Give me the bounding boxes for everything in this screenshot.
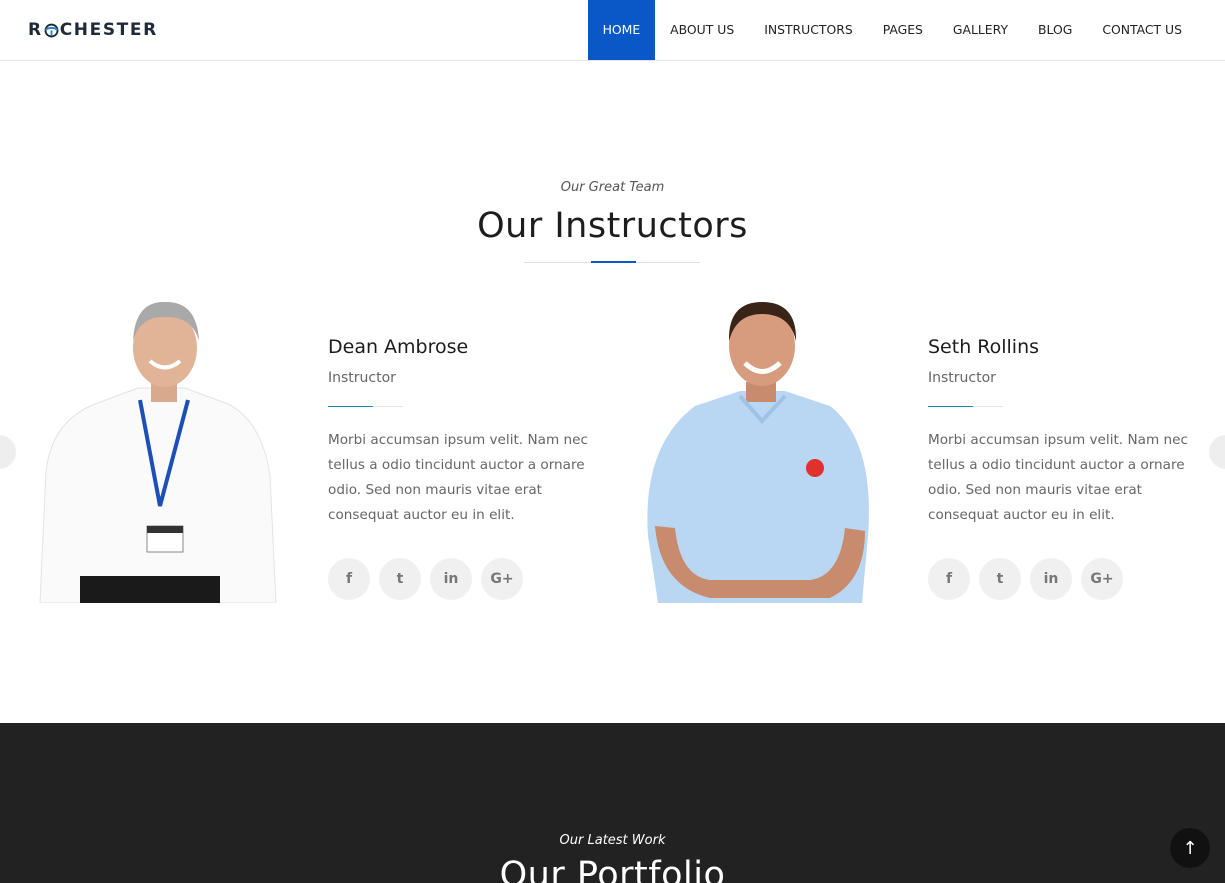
instructor-photo [647,302,869,603]
portfolio-section: Our Latest Work Our Portfolio [0,723,1225,883]
instructor-role: Instructor [328,370,396,386]
logo-text-suffix: CHESTER [59,20,158,40]
nav-instructors[interactable]: INSTRUCTORS [749,0,867,60]
site-header: R CHESTER HOME ABOUT US INSTRUCTORS PAGE… [0,0,1225,61]
nav-pages[interactable]: PAGES [868,0,938,60]
main-nav: HOME ABOUT US INSTRUCTORS PAGES GALLERY … [587,0,1197,60]
google-plus-icon[interactable]: G+ [481,558,523,600]
instructor-divider [328,406,403,407]
instructor-divider [928,406,1003,407]
linkedin-icon[interactable]: in [1030,558,1072,600]
slider-next-arrow[interactable] [1209,435,1225,469]
instructor-role: Instructor [928,370,996,386]
instructor-bio: Morbi accumsan ipsum velit. Nam nec tell… [328,432,588,523]
nav-gallery[interactable]: GALLERY [938,0,1023,60]
instructor-bio: Morbi accumsan ipsum velit. Nam nec tell… [928,432,1188,523]
instructor-card: Dean Ambrose Instructor Morbi accumsan i… [0,296,600,603]
instructors-title: Our Instructors [477,206,748,246]
instructor-name: Dean Ambrose [328,336,469,358]
nav-contact-us[interactable]: CONTACT US [1087,0,1197,60]
instructors-subtitle: Our Great Team [560,180,665,195]
portfolio-subtitle: Our Latest Work [559,833,666,848]
twitter-icon[interactable]: t [379,558,421,600]
social-links: f t in G+ [928,558,1123,600]
section-divider [524,261,700,263]
nav-blog[interactable]: BLOG [1023,0,1087,60]
nav-about-us[interactable]: ABOUT US [655,0,749,60]
steering-wheel-icon [44,23,59,37]
social-links: f t in G+ [328,558,523,600]
linkedin-icon[interactable]: in [430,558,472,600]
instructor-name: Seth Rollins [928,336,1040,358]
instructor-card: Seth Rollins Instructor Morbi accumsan i… [600,296,1200,603]
back-to-top-button[interactable]: ↑ [1170,828,1210,868]
google-plus-icon[interactable]: G+ [1081,558,1123,600]
instructor-photo [39,301,277,603]
twitter-icon[interactable]: t [979,558,1021,600]
logo-text-prefix: R [28,20,43,40]
nav-home[interactable]: HOME [587,0,656,60]
portfolio-title: Our Portfolio [499,855,726,883]
facebook-icon[interactable]: f [328,558,370,600]
site-logo[interactable]: R CHESTER [28,19,158,41]
facebook-icon[interactable]: f [928,558,970,600]
